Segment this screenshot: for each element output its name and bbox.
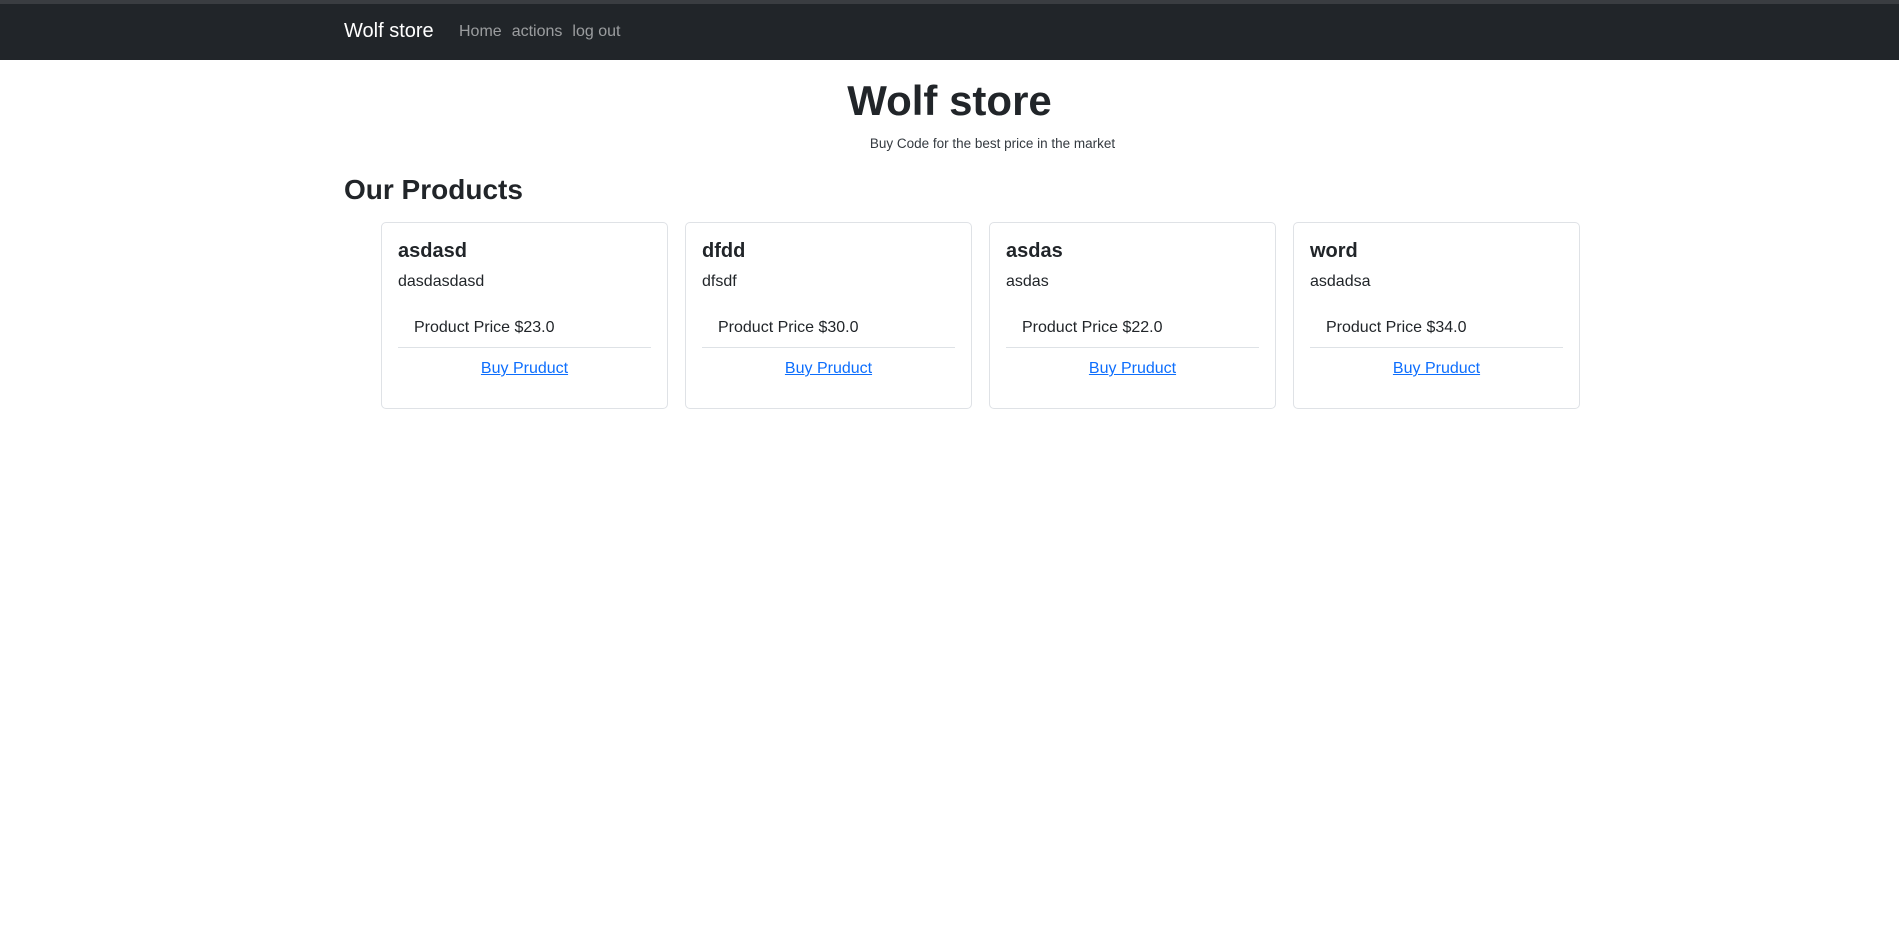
hero-subtitle: Buy Code for the best price in the marke…	[869, 136, 1116, 151]
product-name: asdas	[1006, 240, 1063, 262]
hero-title: Wolf store	[847, 77, 1052, 124]
product-card: word asdadsa Product Price $34.0 Buy Pru…	[1293, 222, 1580, 409]
product-description: dfsdf	[702, 273, 737, 290]
product-price: Product Price $23.0	[398, 319, 651, 348]
buy-product-link[interactable]: Buy Pruduct	[702, 360, 955, 378]
navbar-brand[interactable]: Wolf store	[344, 19, 434, 43]
section-title: Our Products	[344, 174, 523, 205]
product-card: asdasd dasdasdasd Product Price $23.0 Bu…	[381, 222, 668, 409]
product-description: asdas	[1006, 273, 1049, 290]
buy-product-link[interactable]: Buy Pruduct	[398, 360, 651, 378]
nav-link-home[interactable]: Home	[459, 22, 502, 43]
product-name: asdasd	[398, 240, 467, 262]
buy-product-link[interactable]: Buy Pruduct	[1006, 360, 1259, 378]
product-price: Product Price $30.0	[702, 319, 955, 348]
nav-link-actions[interactable]: actions	[512, 22, 563, 43]
product-description: dasdasdasd	[398, 273, 485, 290]
navbar: Wolf store Home actions log out	[0, 4, 1899, 60]
buy-product-link[interactable]: Buy Pruduct	[1310, 360, 1563, 378]
product-name: word	[1310, 240, 1358, 262]
product-card: dfdd dfsdf Product Price $30.0 Buy Prudu…	[685, 222, 972, 409]
product-list: asdasd dasdasdasd Product Price $23.0 Bu…	[381, 222, 1597, 409]
product-price: Product Price $22.0	[1006, 319, 1259, 348]
nav-link-logout[interactable]: log out	[572, 22, 620, 43]
product-price: Product Price $34.0	[1310, 319, 1563, 348]
product-description: asdadsa	[1310, 273, 1371, 290]
product-card: asdas asdas Product Price $22.0 Buy Prud…	[989, 222, 1276, 409]
nav-links: Home actions log out	[459, 22, 630, 43]
product-name: dfdd	[702, 240, 746, 262]
